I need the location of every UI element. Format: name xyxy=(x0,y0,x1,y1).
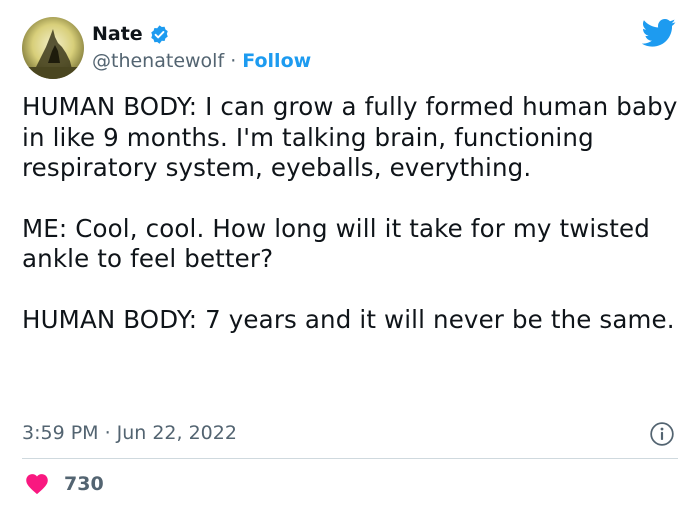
author-handle-row: @thenatewolf · Follow xyxy=(92,49,311,73)
info-icon[interactable] xyxy=(649,421,675,447)
follow-button[interactable]: Follow xyxy=(242,50,311,72)
tweet-paragraph: ME: Cool, cool. How long will it take fo… xyxy=(22,213,650,274)
author-handle[interactable]: @thenatewolf xyxy=(92,50,224,72)
like-row[interactable]: 730 xyxy=(24,472,104,495)
tweet-time[interactable]: 3:59 PM xyxy=(22,421,99,445)
heart-icon[interactable] xyxy=(24,472,50,495)
divider xyxy=(22,458,678,459)
author-name-row[interactable]: Nate xyxy=(92,22,170,46)
like-count: 730 xyxy=(64,472,104,495)
tweet-paragraph: HUMAN BODY: I can grow a fully formed hu… xyxy=(22,92,678,182)
author-name[interactable]: Nate xyxy=(92,22,143,46)
twitter-bird-icon[interactable] xyxy=(642,18,676,48)
tweet-card: Nate @thenatewolf · Follow HUMAN BODY: I… xyxy=(0,0,700,511)
dot-separator: · xyxy=(230,50,237,72)
tweet-text: HUMAN BODY: I can grow a fully formed hu… xyxy=(22,92,682,365)
tweet-date[interactable]: Jun 22, 2022 xyxy=(117,421,237,445)
tweet-paragraph: HUMAN BODY: 7 years and it will never be… xyxy=(22,304,675,334)
avatar[interactable] xyxy=(22,17,84,79)
tweet-timestamp[interactable]: 3:59 PM · Jun 22, 2022 xyxy=(22,421,237,445)
dot-separator: · xyxy=(104,422,111,444)
verified-badge-icon xyxy=(150,24,168,44)
avatar-image xyxy=(22,17,84,79)
